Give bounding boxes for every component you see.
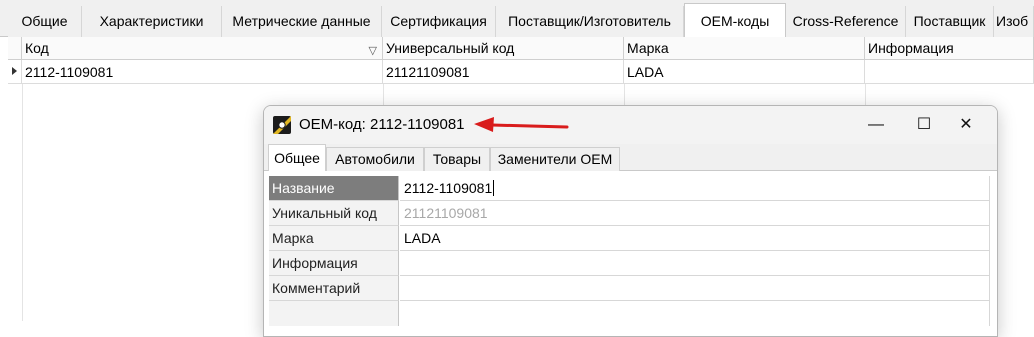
tab-cross-reference[interactable]: Cross-Reference — [786, 6, 906, 37]
field-input-brand[interactable]: LADA — [400, 226, 990, 251]
minimize-button[interactable]: — — [852, 106, 900, 144]
cell-code[interactable]: 2112-1109081 — [22, 60, 383, 84]
field-input-unique-code: 21121109081 — [400, 201, 990, 226]
tab-metric-data[interactable]: Метрические данные — [222, 6, 382, 37]
tab-characteristics[interactable]: Характеристики — [82, 6, 222, 37]
field-input-name[interactable]: 2112-1109081 — [400, 176, 990, 201]
current-row-icon — [12, 67, 17, 75]
field-label-brand[interactable]: Марка — [269, 226, 399, 251]
field-input-info[interactable] — [400, 251, 990, 276]
field-label-comment[interactable]: Комментарий — [269, 276, 399, 301]
tab-supplier-manufacturer[interactable]: Поставщик/Изготовитель — [496, 6, 684, 37]
column-header-brand[interactable]: Марка — [624, 37, 865, 60]
column-header-universal-code[interactable]: Универсальный код — [383, 37, 624, 60]
close-button[interactable]: ✕ — [942, 106, 990, 144]
dialog-tab-general[interactable]: Общее — [268, 144, 326, 171]
row-selector[interactable] — [8, 60, 22, 84]
maximize-button[interactable]: ☐ — [900, 106, 948, 144]
tab-certification[interactable]: Сертификация — [382, 6, 496, 37]
oem-code-dialog: ОЕМ-код: 2112-1109081 — ☐ ✕ Общее Автомо… — [263, 105, 998, 337]
grid-divider — [22, 84, 23, 321]
field-input-empty — [400, 301, 990, 326]
dialog-tab-vehicles[interactable]: Автомобили — [326, 147, 424, 171]
filter-icon[interactable]: ▽ — [369, 40, 377, 59]
tab-images[interactable]: Изоб — [994, 6, 1034, 37]
dialog-tab-products[interactable]: Товары — [424, 147, 490, 171]
dialog-tab-oem-substitutes[interactable]: Заменители ОЕМ — [490, 147, 620, 171]
column-header-info[interactable]: Информация — [865, 37, 1034, 60]
cell-universal-code[interactable]: 21121109081 — [383, 60, 624, 84]
field-row-info: Информация — [269, 251, 991, 276]
main-tab-strip: Общие Характеристики Метрические данные … — [0, 0, 1034, 38]
field-row-empty — [269, 301, 991, 326]
dialog-titlebar[interactable]: ОЕМ-код: 2112-1109081 — ☐ ✕ — [264, 106, 997, 144]
row-indicator-header — [8, 37, 22, 60]
field-label-unique-code[interactable]: Уникальный код — [269, 201, 399, 226]
field-row-comment: Комментарий — [269, 276, 991, 301]
text-caret — [493, 180, 495, 196]
field-row-brand: Марка LADA — [269, 226, 991, 251]
column-header-code-label: Код — [25, 40, 49, 56]
field-label-name[interactable]: Название — [269, 176, 399, 201]
tab-general[interactable]: Общие — [8, 6, 82, 37]
field-row-unique-code: Уникальный код 21121109081 — [269, 201, 991, 226]
cell-info[interactable] — [865, 60, 1034, 84]
field-label-empty — [269, 301, 399, 326]
app-icon — [273, 116, 291, 134]
tab-oem-codes[interactable]: ОЕМ-коды — [684, 3, 786, 38]
dialog-tab-strip: Общее Автомобили Товары Заменители ОЕМ — [264, 144, 997, 171]
field-input-name-text: 2112-1109081 — [404, 180, 493, 196]
field-input-comment[interactable] — [400, 276, 990, 301]
field-label-info[interactable]: Информация — [269, 251, 399, 276]
dialog-title: ОЕМ-код: 2112-1109081 — [299, 116, 465, 133]
field-row-name: Название 2112-1109081 — [269, 176, 991, 201]
cell-brand[interactable]: LADA — [624, 60, 865, 84]
tab-supplier[interactable]: Поставщик — [906, 6, 994, 37]
column-header-code[interactable]: Код ▽ — [22, 37, 383, 60]
